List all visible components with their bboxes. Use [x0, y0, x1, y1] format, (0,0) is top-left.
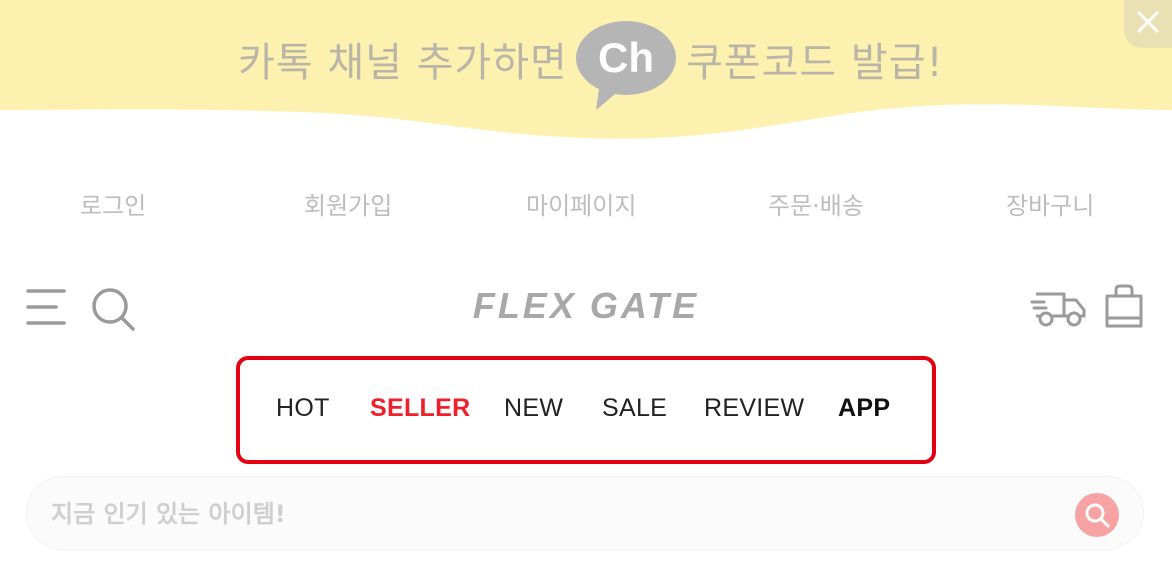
search-submit-button[interactable]	[1075, 493, 1119, 537]
kakao-channel-banner[interactable]: 카톡 채널 추가하면 Ch 쿠폰코드 발급!	[0, 0, 1172, 140]
menu-icon[interactable]	[26, 288, 66, 326]
delivery-truck-icon[interactable]	[1030, 286, 1088, 328]
category-hot[interactable]: HOT	[276, 394, 330, 423]
close-icon	[1137, 11, 1159, 33]
cart-link[interactable]: 장바구니	[1006, 186, 1094, 221]
logo-text: FLEX GATE	[473, 286, 699, 326]
search-icon[interactable]	[90, 286, 136, 332]
category-new[interactable]: NEW	[504, 394, 563, 423]
signup-link[interactable]: 회원가입	[304, 186, 392, 221]
search-input[interactable]	[51, 495, 1031, 533]
channel-badge-label: Ch	[598, 34, 654, 81]
kakao-channel-icon: Ch	[574, 20, 678, 112]
category-nav-highlight	[236, 356, 936, 464]
search-bar	[26, 476, 1144, 550]
category-app[interactable]: APP	[838, 394, 890, 423]
banner-close-button[interactable]	[1124, 0, 1172, 48]
search-icon	[1085, 503, 1110, 528]
site-logo[interactable]: FLEX GATE	[466, 286, 706, 326]
banner-text-left: 카톡 채널 추가하면	[238, 40, 568, 86]
banner-text-right: 쿠폰코드 발급!	[686, 40, 944, 86]
category-sale[interactable]: SALE	[602, 394, 667, 423]
top-links: 로그인 회원가입 마이페이지 주문·배송 장바구니	[0, 186, 1172, 222]
shopping-bag-icon[interactable]	[1104, 284, 1144, 328]
category-review[interactable]: REVIEW	[704, 394, 804, 423]
mypage-link[interactable]: 마이페이지	[526, 186, 636, 221]
order-delivery-link[interactable]: 주문·배송	[768, 186, 864, 221]
category-seller[interactable]: SELLER	[370, 394, 470, 423]
login-link[interactable]: 로그인	[80, 186, 146, 221]
